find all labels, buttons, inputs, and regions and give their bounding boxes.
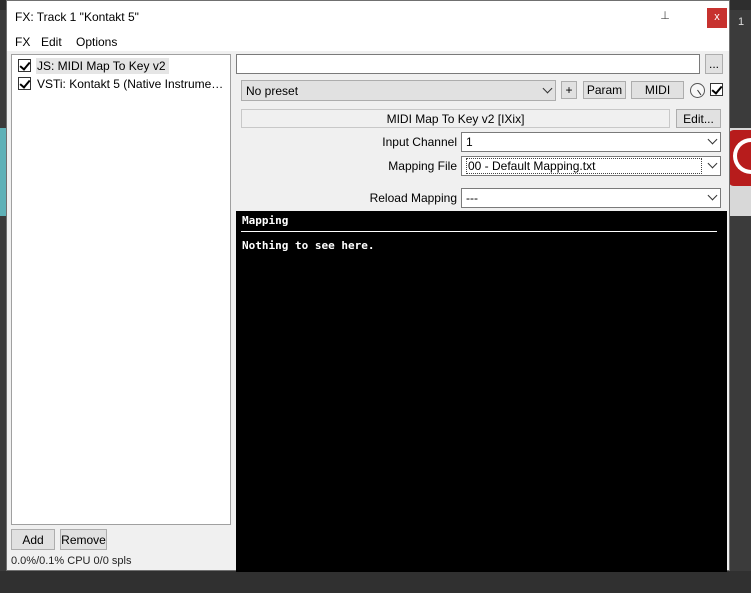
menu-options[interactable]: Options bbox=[76, 35, 117, 49]
fx-item-name: JS: MIDI Map To Key v2 bbox=[36, 57, 169, 74]
edit-button[interactable]: Edit... bbox=[676, 109, 721, 128]
preset-dropdown[interactable]: No preset bbox=[241, 80, 556, 101]
cpu-status: 0.0%/0.1% CPU 0/0 spls bbox=[11, 555, 132, 567]
close-button[interactable]: x bbox=[707, 8, 727, 28]
mapping-file-dropdown[interactable]: 00 - Default Mapping.txt bbox=[461, 156, 721, 176]
midi-button[interactable]: MIDI bbox=[631, 81, 684, 99]
reload-mapping-value: --- bbox=[466, 191, 478, 205]
background-app-bottom bbox=[0, 571, 751, 593]
param-button[interactable]: Param bbox=[583, 81, 626, 99]
plugin-gfx-area[interactable]: Mapping Nothing to see here. bbox=[236, 211, 727, 572]
add-button[interactable]: Add bbox=[11, 529, 55, 550]
browse-button[interactable]: ... bbox=[705, 54, 723, 74]
chevron-down-icon bbox=[707, 134, 718, 145]
fx-item-name: VSTi: Kontakt 5 (Native Instruments GmbH… bbox=[37, 76, 230, 91]
fx-chain-item[interactable]: VSTi: Kontakt 5 (Native Instruments GmbH… bbox=[18, 75, 230, 92]
fx-enable-checkbox[interactable] bbox=[18, 77, 31, 90]
window-title: FX: Track 1 "Kontakt 5" bbox=[15, 10, 139, 24]
fx-window: FX: Track 1 "Kontakt 5" ⊥ x FX Edit Opti… bbox=[6, 0, 730, 572]
add-preset-button[interactable]: + bbox=[561, 81, 577, 99]
menu-bar: FX Edit Options bbox=[7, 31, 729, 51]
input-channel-value: 1 bbox=[466, 135, 473, 149]
chevron-down-icon bbox=[707, 158, 718, 169]
pin-icon[interactable]: ⊥ bbox=[657, 9, 673, 23]
preset-value: No preset bbox=[246, 83, 299, 98]
input-channel-dropdown[interactable]: 1 bbox=[461, 132, 721, 152]
remove-button[interactable]: Remove bbox=[60, 529, 107, 550]
reload-mapping-label: Reload Mapping bbox=[369, 191, 457, 205]
fx-chain-list[interactable]: JS: MIDI Map To Key v2 VSTi: Kontakt 5 (… bbox=[11, 54, 231, 525]
preset-name-field[interactable] bbox=[236, 54, 700, 74]
bypass-checkbox[interactable] bbox=[710, 83, 723, 96]
title-bar[interactable]: FX: Track 1 "Kontakt 5" ⊥ x bbox=[7, 1, 729, 31]
gfx-message: Nothing to see here. bbox=[242, 239, 375, 252]
fx-chain-item[interactable]: JS: MIDI Map To Key v2 bbox=[18, 57, 169, 74]
chevron-down-icon bbox=[542, 83, 553, 93]
background-digit: 1 bbox=[738, 16, 745, 28]
menu-edit[interactable]: Edit bbox=[41, 35, 62, 49]
chevron-down-icon bbox=[707, 190, 718, 201]
mapping-file-value: 00 - Default Mapping.txt bbox=[466, 158, 702, 174]
gfx-divider bbox=[241, 231, 717, 232]
mapping-file-label: Mapping File bbox=[388, 159, 457, 173]
input-channel-label: Input Channel bbox=[382, 135, 457, 149]
plugin-name-label: MIDI Map To Key v2 [IXix] bbox=[241, 109, 670, 128]
reload-mapping-dropdown[interactable]: --- bbox=[461, 188, 721, 208]
menu-fx[interactable]: FX bbox=[15, 35, 30, 49]
fx-enable-checkbox[interactable] bbox=[18, 59, 31, 72]
wet-knob-icon[interactable] bbox=[690, 83, 705, 98]
gfx-title: Mapping bbox=[242, 214, 289, 227]
